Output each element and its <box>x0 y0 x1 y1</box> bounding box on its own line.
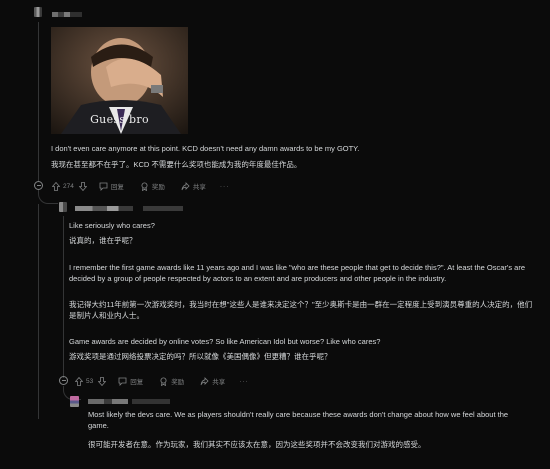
thread-branch <box>38 190 58 204</box>
reply-label: 回复 <box>130 379 144 386</box>
action-bar: 53 回复 奖励 共享 ··· <box>75 375 249 387</box>
image-caption: Guess bro <box>90 113 149 126</box>
collapse-icon[interactable] <box>34 181 43 190</box>
comment-line: I remember the first game awards like 11… <box>69 263 526 283</box>
comment-bubble-icon <box>118 377 127 386</box>
more-options-icon[interactable]: ··· <box>220 183 230 190</box>
comment-image[interactable]: Guess bro <box>51 27 188 134</box>
share-icon <box>181 181 190 190</box>
upvote-icon <box>75 376 83 386</box>
downvote-button[interactable] <box>98 376 107 386</box>
comment-text-zh: 我现在甚至都不在乎了。KCD 不需要什么奖项也能成为我的年度最佳作品。 <box>51 160 302 169</box>
avatar[interactable] <box>70 396 79 407</box>
award-icon <box>141 182 148 191</box>
share-button[interactable]: 共享 <box>181 181 206 191</box>
username-blurred[interactable] <box>52 12 82 17</box>
comment-line: Like seriously who cares? <box>69 221 155 230</box>
collapse-icon[interactable] <box>59 376 68 385</box>
award-icon <box>160 377 167 386</box>
share-label: 共享 <box>212 379 226 386</box>
timestamp-blurred <box>132 399 170 404</box>
vote-count: 53 <box>86 377 94 385</box>
comment-text-en: Most likely the devs care. We as players… <box>88 410 509 430</box>
share-icon <box>200 376 209 385</box>
username-blurred[interactable] <box>75 206 133 211</box>
vote-count: 274 <box>63 182 74 190</box>
comment-line: Game awards are decided by online votes?… <box>69 337 381 346</box>
award-button[interactable]: 奖励 <box>140 181 165 191</box>
downvote-icon <box>98 376 107 386</box>
timestamp-blurred <box>143 206 183 211</box>
avatar[interactable] <box>34 7 42 17</box>
reply-button[interactable]: 回复 <box>118 376 143 386</box>
comment-line: 说真的，谁在乎呢？ <box>69 236 137 245</box>
award-label: 奖励 <box>171 379 185 386</box>
upvote-button[interactable]: 53 <box>75 376 94 386</box>
comment-line: 游戏奖项是通过网络投票决定的吗？所以就像《美国偶像》但更糟？谁在乎呢？ <box>69 352 332 361</box>
comment-bubble-icon <box>99 182 108 191</box>
avatar[interactable] <box>59 202 67 212</box>
comment-line: 我记得大约11年前第一次游戏奖时，我当时在想"这些人是谁来决定这个？"至少奥斯卡… <box>69 300 533 320</box>
downvote-button[interactable] <box>78 181 87 191</box>
thread-line <box>38 22 39 182</box>
username-blurred[interactable] <box>88 399 128 404</box>
more-options-icon[interactable]: ··· <box>239 378 249 385</box>
reply-button[interactable]: 回复 <box>99 181 124 191</box>
comment-text-en: I don't even care anymore at this point.… <box>51 144 360 153</box>
share-label: 共享 <box>192 184 206 191</box>
action-bar: 274 回复 奖励 共享 ··· <box>52 180 229 192</box>
comment-text-zh: 很可能开发者在意。作为玩家，我们其实不应该太在意，因为这些奖项并不会改变我们对游… <box>88 440 426 449</box>
reply-label: 回复 <box>110 184 124 191</box>
award-button[interactable]: 奖励 <box>159 376 184 386</box>
award-label: 奖励 <box>151 184 165 191</box>
thread-line <box>38 204 39 419</box>
share-button[interactable]: 共享 <box>200 376 225 386</box>
downvote-icon <box>78 181 87 191</box>
thread-line <box>63 216 64 378</box>
